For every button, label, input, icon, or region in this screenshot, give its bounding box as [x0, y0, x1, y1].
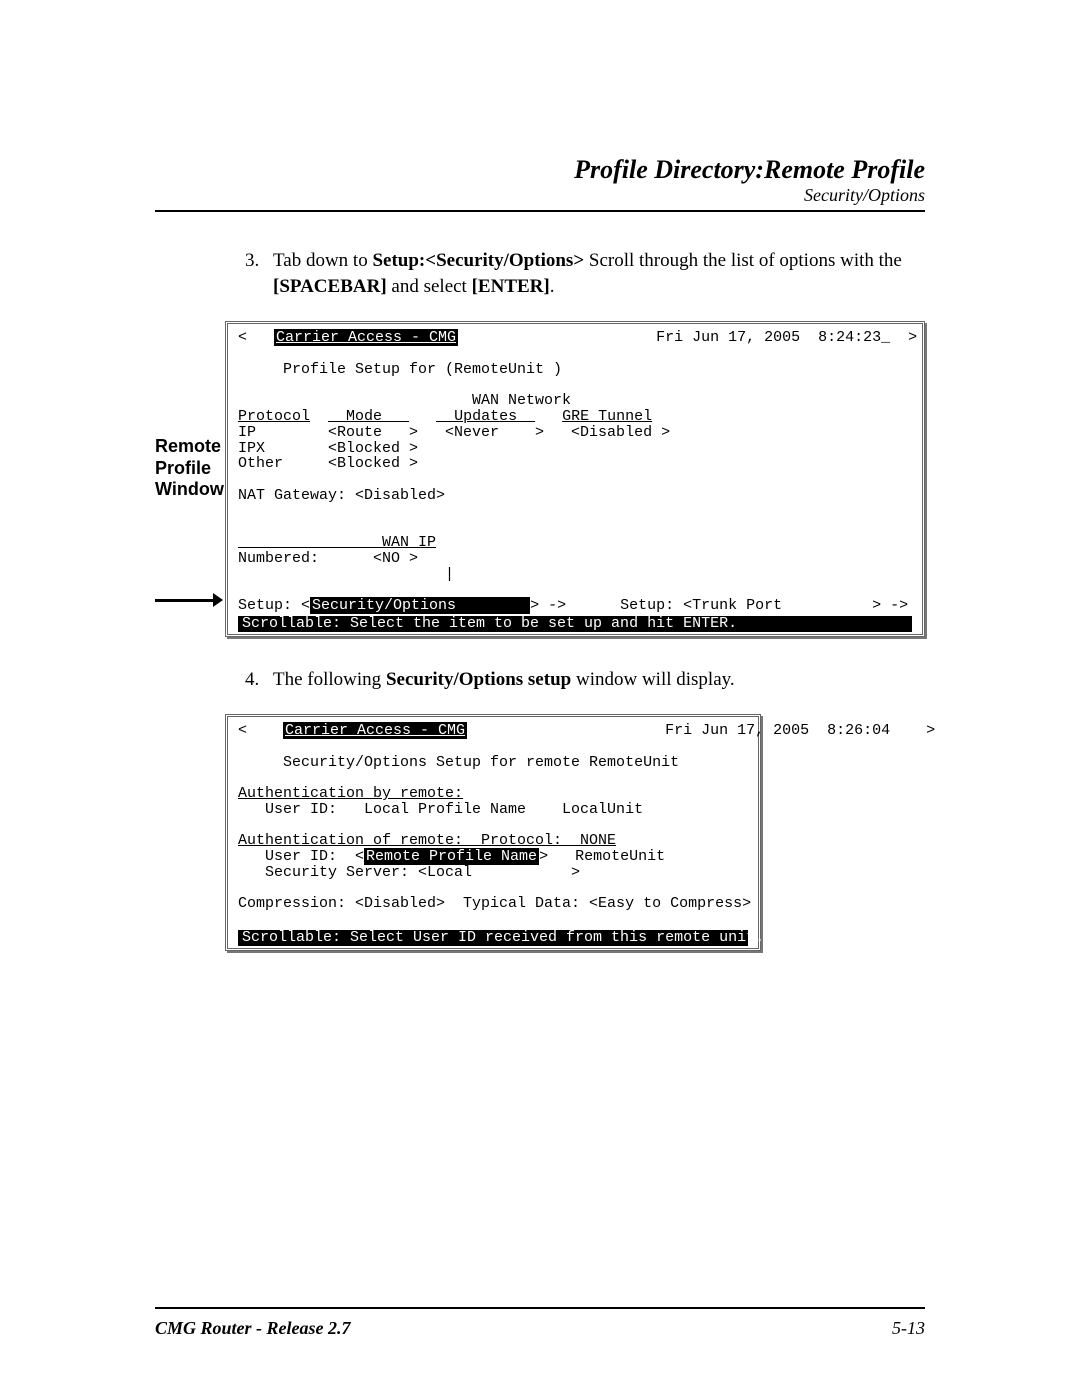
step-3: 3. Tab down to Setup:<Security/Options> … [245, 248, 925, 299]
col-gre-tunnel: GRE Tunnel [562, 408, 652, 425]
auth-by-remote-header: Authentication by remote: [238, 785, 463, 802]
row-ip: IP <Route > <Never > <Disabled > [238, 424, 670, 441]
setup-trunk-port[interactable]: > -> Setup: <Trunk Port > -> [530, 597, 908, 614]
wan-ip-header: WAN IP [238, 534, 436, 551]
screen1-wrapper: Remote Profile Window < Carrier Access -… [225, 321, 925, 636]
footer-page-number: 5-13 [892, 1318, 925, 1339]
status-bar-1: Scrollable: Select the item to be set up… [238, 616, 912, 632]
terminal-2-content: < Carrier Access - CMG Fri Jun 17, 2005 … [228, 717, 758, 948]
term-text: < [238, 329, 274, 346]
step-bold-enter: [ENTER] [472, 276, 550, 297]
profile-setup-line: Profile Setup for (RemoteUnit ) [238, 361, 562, 378]
step-bold-spacebar: [SPACEBAR] [273, 276, 387, 297]
step-text: Scroll through the list of options with … [584, 250, 902, 271]
term-text: < [238, 722, 283, 739]
row-other: Other <Blocked > [238, 455, 418, 472]
footer-left: CMG Router - Release 2.7 [155, 1318, 351, 1339]
terminal-window-2: < Carrier Access - CMG Fri Jun 17, 2005 … [225, 714, 761, 951]
step-text: . [550, 276, 555, 297]
term-datetime: Fri Jun 17, 2005 8:26:04 > [467, 722, 935, 739]
col-updates: Updates [436, 408, 535, 425]
arrow-icon [155, 593, 223, 607]
step-4: 4. The following Security/Options setup … [245, 667, 925, 693]
setup-security-options-selected[interactable]: Security/Options [310, 597, 530, 614]
step-3-number: 3. [245, 248, 273, 299]
arrow-head [213, 593, 223, 607]
term-title: Carrier Access - CMG [283, 722, 467, 739]
security-options-setup-line: Security/Options Setup for remote Remote… [238, 754, 679, 771]
step-4-number: 4. [245, 667, 273, 693]
screen2-wrapper: < Carrier Access - CMG Fri Jun 17, 2005 … [225, 714, 925, 951]
auth-by-remote-row: User ID: Local Profile Name LocalUnit [238, 801, 643, 818]
step-text: Tab down to [273, 250, 372, 271]
col-protocol: Protocol [238, 408, 310, 425]
remote-profile-window-label: Remote Profile Window [155, 436, 220, 501]
header-rule [155, 210, 925, 212]
row-ipx: IPX <Blocked > [238, 440, 418, 457]
remote-profile-name-selected[interactable]: Remote Profile Name [364, 848, 539, 865]
setup-pre: Setup: < [238, 597, 310, 614]
step-text: and select [387, 276, 472, 297]
arrow-line [155, 599, 213, 602]
compression-line: Compression: <Disabled> Typical Data: <E… [238, 895, 751, 912]
footer-rule [155, 1307, 925, 1309]
page-title: Profile Directory:Remote Profile [155, 155, 925, 185]
step-text: The following [273, 669, 386, 690]
terminal-1-content: < Carrier Access - CMG Fri Jun 17, 2005 … [228, 324, 922, 633]
page-footer: CMG Router - Release 2.7 5-13 [155, 1318, 925, 1339]
term-title: Carrier Access - CMG [274, 329, 458, 346]
step-bold-setup: Setup:<Security/Options> [372, 250, 584, 271]
auth-of-remote-header: Authentication of remote: Protocol: NONE [238, 832, 616, 849]
security-server-line: Security Server: <Local > [238, 864, 580, 881]
status-bar-2: Scrollable: Select User ID received from… [238, 930, 748, 946]
page-header: Profile Directory:Remote Profile Securit… [155, 155, 925, 206]
page-subtitle: Security/Options [155, 185, 925, 206]
term-datetime: Fri Jun 17, 2005 8:24:23_ > [458, 329, 917, 346]
cursor: | [238, 566, 454, 583]
step-3-text: Tab down to Setup:<Security/Options> Scr… [273, 248, 925, 299]
auth-of-row-post: > RemoteUnit [539, 848, 665, 865]
step-text: window will display. [571, 669, 734, 690]
step-bold-security-options: Security/Options setup [386, 669, 571, 690]
wan-network-header: WAN Network [238, 392, 571, 409]
nat-gateway-line: NAT Gateway: <Disabled> [238, 487, 445, 504]
col-mode: Mode [328, 408, 409, 425]
auth-of-row-pre: User ID: < [238, 848, 364, 865]
step-4-text: The following Security/Options setup win… [273, 667, 925, 693]
wan-ip-row: Numbered: <NO > [238, 550, 418, 567]
terminal-window-1: < Carrier Access - CMG Fri Jun 17, 2005 … [225, 321, 925, 636]
